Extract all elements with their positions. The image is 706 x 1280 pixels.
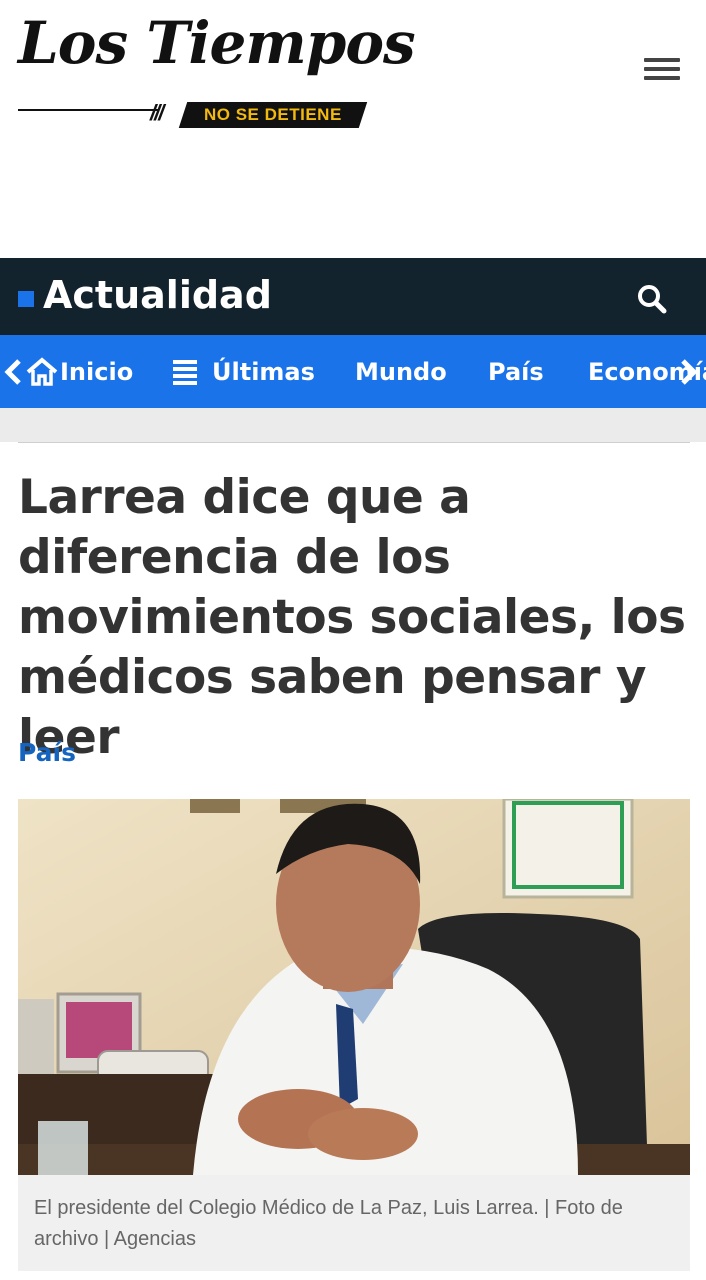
category-nav: Inicio Últimas Mundo País Economía [0, 335, 706, 408]
section-square-icon [18, 291, 34, 307]
chevron-right-icon[interactable] [680, 335, 698, 408]
ad-placeholder-strip [0, 408, 706, 442]
nav-item-ultimas[interactable]: Últimas [172, 335, 315, 408]
logo-rule [18, 109, 158, 111]
site-logo[interactable]: Los Tiempos /// NO SE DETIENE [18, 8, 416, 128]
logo-tagline-badge: NO SE DETIENE [178, 102, 368, 128]
logo-slashes: /// [150, 100, 164, 125]
nav-item-mundo[interactable]: Mundo [355, 335, 447, 408]
article-photo[interactable] [18, 799, 690, 1175]
site-header: Los Tiempos /// NO SE DETIENE [0, 0, 706, 258]
logo-tagline: NO SE DETIENE [204, 105, 342, 124]
nav-label-inicio: Inicio [60, 357, 134, 386]
logo-title: Los Tiempos [18, 9, 416, 77]
nav-label-mundo: Mundo [355, 357, 447, 386]
nav-item-pais[interactable]: País [488, 335, 544, 408]
nav-label-ultimas: Últimas [212, 357, 315, 386]
list-icon [172, 358, 198, 386]
chevron-left-icon[interactable] [4, 335, 22, 408]
article-headline: Larrea dice que a diferencia de los movi… [18, 470, 686, 765]
article-category-link[interactable]: País [18, 738, 76, 767]
hamburger-menu-icon[interactable] [644, 58, 682, 86]
section-title: Actualidad [43, 273, 272, 317]
nav-label-pais: País [488, 357, 544, 386]
home-icon [26, 356, 58, 387]
divider [18, 442, 690, 443]
photo-caption: El presidente del Colegio Médico de La P… [18, 1175, 690, 1271]
search-icon[interactable] [636, 283, 668, 315]
nav-item-inicio[interactable]: Inicio [26, 335, 133, 408]
